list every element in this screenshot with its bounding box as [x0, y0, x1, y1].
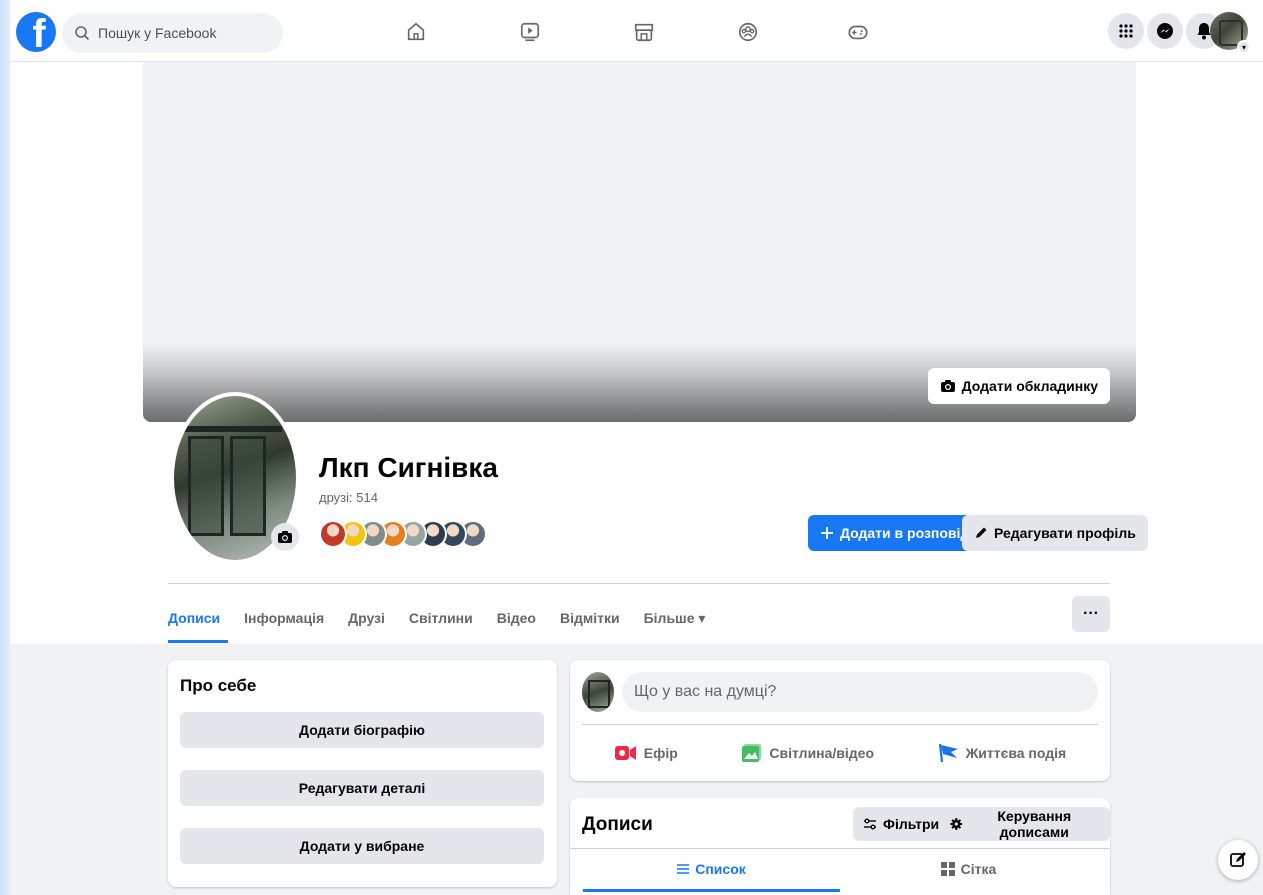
messenger-icon[interactable]	[1147, 13, 1183, 49]
photo-video-button[interactable]: Світлина/відео	[729, 735, 886, 771]
life-event-label: Життєва подія	[965, 745, 1067, 761]
edit-profile-button[interactable]: Редагувати профіль	[962, 515, 1148, 551]
flag-icon	[938, 743, 958, 763]
chevron-down-icon[interactable]: ▾	[1237, 40, 1251, 54]
edit-profile-label: Редагувати профіль	[994, 525, 1136, 541]
filters-label: Фільтри	[883, 816, 940, 832]
composer-avatar[interactable]	[582, 672, 614, 712]
menu-grid-icon[interactable]	[1108, 13, 1144, 49]
filters-button[interactable]: Фільтри	[853, 807, 950, 841]
tab-more[interactable]: Більше ▾	[636, 594, 714, 642]
marketplace-icon[interactable]	[632, 20, 656, 44]
tab-posts[interactable]: Дописи	[168, 594, 229, 643]
cover-photo: Додати обкладинку	[143, 62, 1136, 422]
intro-card: Про себе Додати біографію Редагувати дет…	[168, 660, 557, 887]
tab-photos[interactable]: Світлини	[401, 594, 481, 642]
tab-check-ins[interactable]: Відмітки	[552, 594, 628, 642]
list-icon	[677, 864, 690, 874]
add-cover-button[interactable]: Додати обкладинку	[927, 368, 1110, 404]
top-navigation-bar: f ▾	[10, 0, 1263, 62]
photo-icon	[742, 744, 762, 762]
add-bio-button[interactable]: Додати біографію	[180, 712, 544, 748]
search-icon	[75, 26, 90, 41]
profile-header: Додати обкладинку Лкп Сигнівка друзі: 51…	[10, 62, 1263, 644]
plus-icon	[821, 527, 833, 539]
filters-icon	[864, 818, 876, 830]
posts-title: Дописи	[582, 814, 653, 835]
page: f ▾	[10, 0, 1263, 895]
friend-avatar[interactable]	[319, 520, 347, 548]
tab-friends[interactable]: Друзі	[340, 594, 393, 642]
photo-video-label: Світлина/відео	[769, 745, 875, 761]
add-cover-label: Додати обкладинку	[961, 378, 1098, 394]
grid-view-label: Сітка	[960, 861, 997, 877]
groups-icon[interactable]	[736, 20, 760, 44]
gear-icon	[950, 818, 963, 830]
watch-video-icon[interactable]	[518, 20, 542, 44]
grid-view-tab[interactable]: Сітка	[840, 850, 1097, 888]
friend-avatars[interactable]	[319, 520, 487, 550]
profile-name: Лкп Сигнівка	[319, 452, 498, 483]
list-view-label: Список	[695, 861, 746, 877]
posts-divider	[570, 848, 1110, 849]
manage-posts-button[interactable]: Керування дописами	[940, 807, 1110, 841]
tab-videos[interactable]: Відео	[489, 594, 544, 642]
update-profile-picture-camera-icon[interactable]	[271, 523, 299, 551]
home-icon[interactable]	[404, 20, 428, 44]
new-message-icon[interactable]	[1218, 840, 1258, 880]
profile-tabs: Дописи Інформація Друзі Світлини Відео В…	[168, 594, 721, 643]
life-event-button[interactable]: Життєва подія	[926, 735, 1079, 771]
camera-icon	[940, 380, 955, 392]
composer-divider	[582, 724, 1098, 725]
add-featured-button[interactable]: Додати у вибране	[180, 828, 544, 864]
gaming-icon[interactable]	[846, 20, 870, 44]
list-view-tab[interactable]: Список	[583, 850, 840, 892]
intro-title: Про себе	[180, 676, 257, 695]
pencil-icon	[976, 527, 987, 538]
search-box[interactable]	[62, 13, 283, 53]
live-video-button[interactable]: Ефір	[602, 736, 690, 770]
add-to-story-label: Додати в розповідь	[840, 525, 978, 541]
posts-card: Дописи Фільтри Керування дописами Список…	[570, 798, 1110, 895]
grid-icon	[940, 862, 955, 876]
search-input[interactable]	[98, 25, 258, 41]
manage-posts-label: Керування дописами	[997, 808, 1072, 840]
whats-on-your-mind-input[interactable]	[622, 672, 1098, 712]
edit-details-button[interactable]: Редагувати деталі	[180, 770, 544, 806]
live-video-label: Ефір	[643, 745, 678, 761]
friends-count[interactable]: друзі: 514	[319, 490, 378, 505]
post-composer: Ефір Світлина/відео Життєва подія	[570, 660, 1110, 781]
tab-about[interactable]: Інформація	[236, 594, 332, 642]
header-divider	[168, 583, 1110, 584]
live-video-icon	[614, 746, 636, 760]
more-options-button[interactable]: ···	[1072, 596, 1110, 632]
facebook-logo-icon[interactable]: f	[16, 12, 56, 52]
